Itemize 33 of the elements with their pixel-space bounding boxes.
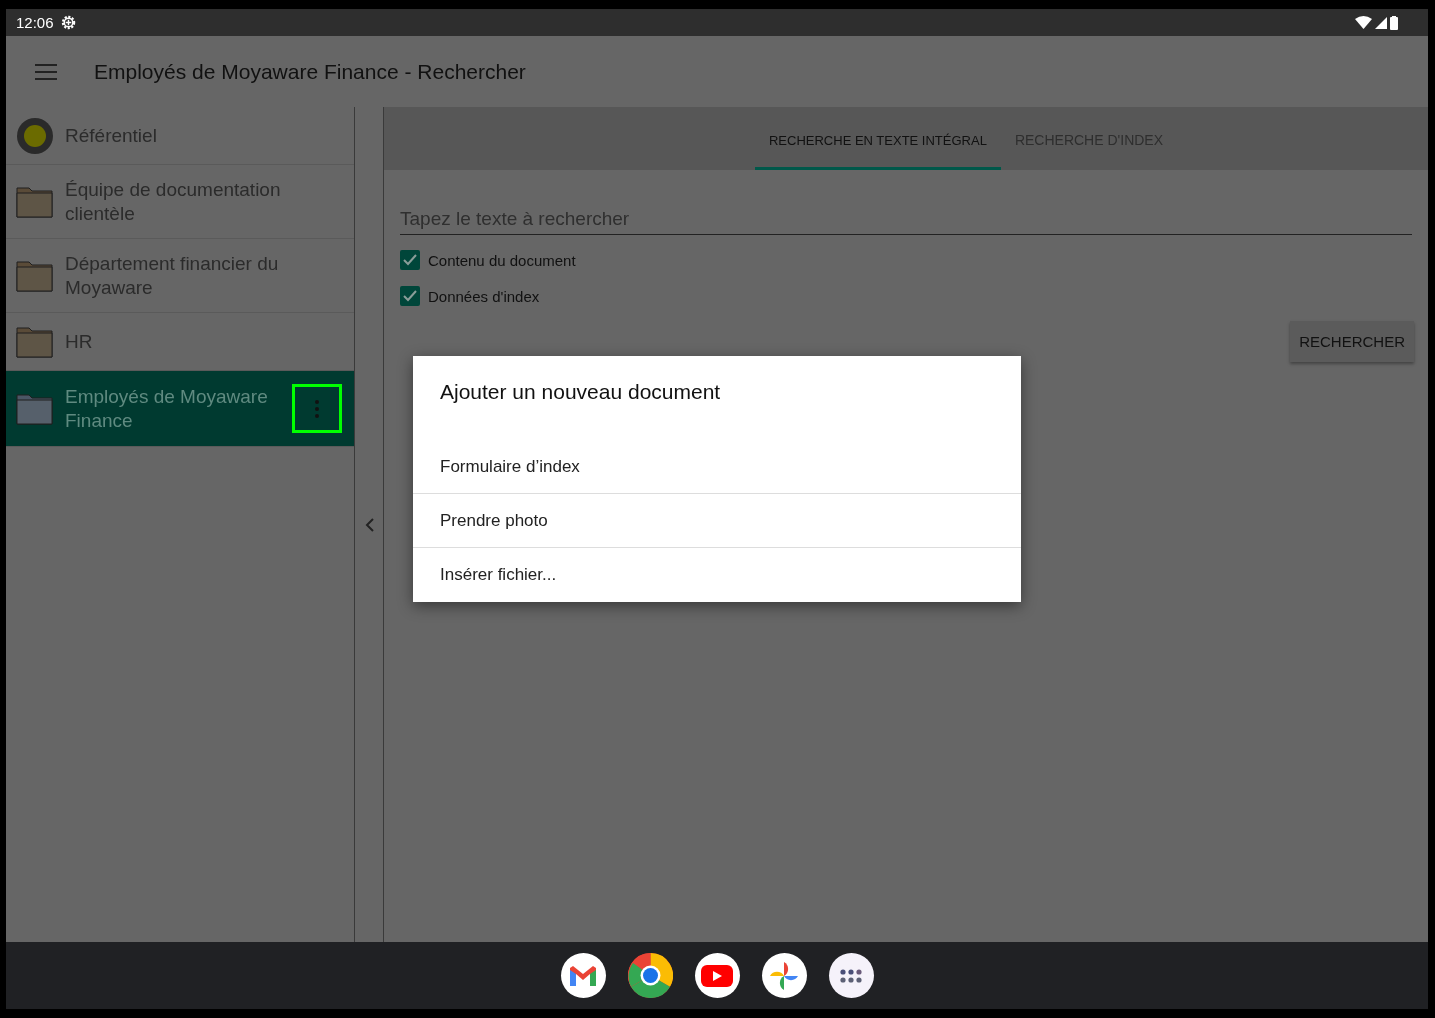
sidebar-item[interactable]: Employés de Moyaware Finance (6, 371, 354, 447)
battery-icon (1390, 15, 1398, 30)
folder-icon (16, 184, 54, 219)
sidebar-item[interactable]: Département financier du Moyaware (6, 239, 354, 313)
settings-icon (59, 14, 77, 31)
video-app-icon[interactable] (694, 953, 740, 998)
menu-item[interactable]: Insérer fichier... (413, 548, 1021, 602)
sidebar-item[interactable]: Référentiel (6, 107, 354, 165)
dialog-title: Ajouter un nouveau document (439, 379, 722, 405)
folder-icon (16, 324, 54, 359)
checkbox[interactable] (400, 286, 420, 306)
app-drawer-icon[interactable] (828, 953, 874, 998)
sidebar-item[interactable]: Équipe de documentation clientèle (6, 165, 354, 239)
folder-icon (16, 258, 54, 293)
photos-app-icon[interactable] (761, 953, 807, 998)
repository-icon (16, 116, 54, 155)
wifi-icon (1355, 16, 1372, 29)
option-label: Données d'index (428, 287, 540, 305)
more-button[interactable] (292, 384, 342, 433)
mail-app-icon[interactable] (560, 953, 606, 998)
menu-item[interactable]: Prendre photo (413, 494, 1021, 548)
checkbox[interactable] (400, 250, 420, 270)
search-button[interactable]: RECHERCHER (1290, 321, 1414, 362)
page-title: Employés de Moyaware Finance - Rechercher (94, 59, 526, 84)
folder-icon (16, 391, 54, 426)
signal-icon (1375, 16, 1387, 29)
menu-icon[interactable] (35, 63, 57, 80)
menu-item[interactable]: Formulaire d’index (413, 440, 1021, 494)
browser-app-icon[interactable] (627, 953, 673, 998)
collapse-icon[interactable] (364, 517, 374, 532)
clock-time: 12:06 (16, 14, 54, 31)
tab[interactable]: RECHERCHE EN TEXTE INTÉGRAL (754, 107, 1001, 170)
option-label: Contenu du document (428, 251, 576, 269)
